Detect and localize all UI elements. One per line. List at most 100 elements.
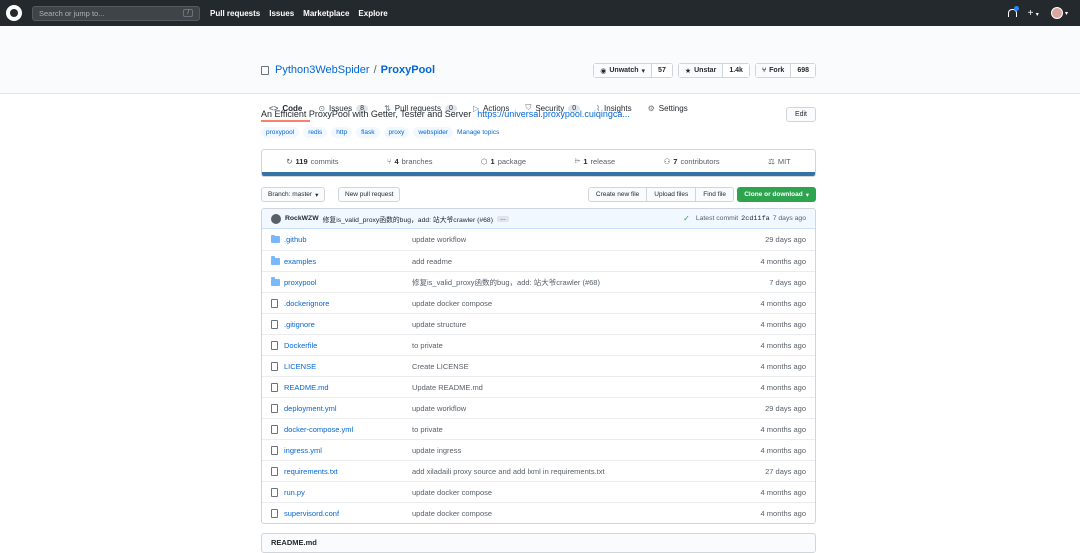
topic-tag[interactable]: http [331, 127, 353, 138]
repo-header: Python3WebSpider / ProxyPool ◉ Unwatch ▾ 5… [0, 26, 1080, 122]
file-actions-group: Create new file Upload files Find file [587, 187, 734, 202]
create-new-file-button[interactable]: Create new file [588, 188, 648, 201]
file-commit-message[interactable]: update workflow [412, 404, 765, 413]
repo-name-link[interactable]: ProxyPool [381, 64, 435, 76]
user-menu[interactable]: ▾ [1050, 7, 1068, 19]
file-name-link[interactable]: .dockerignore [284, 299, 412, 308]
folder-shape [271, 234, 280, 243]
file-shape [271, 382, 278, 392]
table-row: deployment.yml update workflow 29 days ago [262, 397, 815, 418]
branches-count: 4 [394, 156, 399, 166]
watchers-count[interactable]: 57 [652, 64, 672, 77]
plus-icon: + [1027, 7, 1034, 19]
commit-expand-button[interactable]: … [496, 215, 509, 222]
topic-tag[interactable]: flask [356, 127, 380, 138]
unstar-button[interactable]: ★ Unstar [678, 64, 724, 77]
file-name-link[interactable]: README.md [284, 383, 412, 392]
forks-count[interactable]: 698 [791, 64, 815, 77]
license-link[interactable]: ⚖ MIT [768, 157, 791, 166]
file-shape [271, 361, 278, 371]
file-commit-message[interactable]: update docker compose [412, 509, 761, 518]
file-name-link[interactable]: .gitignore [284, 320, 412, 329]
file-commit-age: 29 days ago [765, 403, 806, 413]
file-commit-message[interactable]: update docker compose [412, 488, 761, 497]
releases-link[interactable]: ⌲ 1 release [574, 156, 615, 166]
folder-shape [271, 277, 280, 286]
file-commit-message[interactable]: add readme [412, 257, 761, 266]
file-commit-message[interactable]: to private [412, 341, 761, 350]
file-commit-age: 4 months ago [760, 508, 806, 518]
unwatch-button[interactable]: ◉ Unwatch ▾ [594, 64, 653, 77]
table-row: README.md Update README.md 4 months ago [262, 376, 815, 397]
new-pull-request-button[interactable]: New pull request [338, 187, 401, 202]
notification-bell-icon[interactable] [1007, 6, 1019, 18]
manage-topics-link[interactable]: Manage topics [457, 129, 499, 136]
commits-link[interactable]: ↻ 119 commits [286, 157, 338, 166]
file-name-link[interactable]: docker-compose.yml [284, 425, 412, 434]
file-name-link[interactable]: supervisord.conf [284, 509, 412, 518]
file-commit-message[interactable]: Create LICENSE [412, 362, 761, 371]
file-commit-message[interactable]: update structure [412, 320, 761, 329]
commit-message[interactable]: 修复is_valid_proxy函数的bug，add: 站大爷crawler (… [323, 214, 493, 224]
file-name-link[interactable]: ingress.yml [284, 446, 412, 455]
file-name-link[interactable]: deployment.yml [284, 404, 412, 413]
global-header: Search or jump to... / Pull requests Iss… [0, 0, 1080, 26]
file-name-link[interactable]: proxypool [284, 278, 412, 287]
nav-pull-requests[interactable]: Pull requests [210, 9, 260, 18]
avatar[interactable] [271, 213, 281, 224]
file-commit-message[interactable]: Update README.md [412, 383, 761, 392]
search-input[interactable]: Search or jump to... / [32, 5, 200, 21]
topic-tag[interactable]: webspider [413, 127, 454, 138]
topic-tag[interactable]: redis [303, 127, 328, 138]
upload-files-button[interactable]: Upload files [647, 188, 697, 201]
caret-down-icon: ▾ [805, 191, 809, 199]
repo-owner-link[interactable]: Python3WebSpider [275, 64, 370, 76]
file-commit-message[interactable]: to private [412, 425, 761, 434]
create-new-dropdown[interactable]: + ▾ [1028, 8, 1039, 19]
file-name-link[interactable]: run.py [284, 488, 412, 497]
contributors-label: contributors [680, 156, 720, 166]
file-commit-message[interactable]: add xiladaili proxy source and add lxml … [412, 467, 765, 476]
topic-tag[interactable]: proxypool [261, 127, 300, 138]
file-commit-message[interactable]: update ingress [412, 446, 761, 455]
table-row: ingress.yml update ingress 4 months ago [262, 439, 815, 460]
file-icon [271, 466, 280, 476]
file-name-link[interactable]: LICENSE [284, 362, 412, 371]
github-logo-icon[interactable] [6, 5, 22, 21]
file-name-link[interactable]: .github [284, 235, 412, 244]
file-shape [271, 445, 278, 455]
description-text: An Efficient ProxyPool with Getter, Test… [261, 109, 472, 119]
file-commit-message[interactable]: update docker compose [412, 299, 761, 308]
file-name-link[interactable]: requirements.txt [284, 467, 412, 476]
contributors-link[interactable]: ⚇ 7 contributors [664, 157, 720, 166]
branches-link[interactable]: ⑂ 4 branches [387, 157, 433, 166]
commit-author[interactable]: RockWZW [285, 215, 319, 222]
fork-label: Fork [769, 67, 785, 74]
check-icon[interactable]: ✓ [683, 214, 690, 223]
clone-download-button[interactable]: Clone or download ▾ [737, 187, 816, 202]
packages-label: package [497, 156, 527, 166]
file-name-link[interactable]: Dockerfile [284, 341, 412, 350]
repo-social-buttons: ◉ Unwatch ▾ 57 ★ Unstar 1.4k ⑂ Fork 698 [593, 63, 816, 78]
homepage-link[interactable]: https://universal.proxypool.cuiqingca... [477, 109, 630, 119]
stargazers-count[interactable]: 1.4k [723, 64, 749, 77]
fork-button[interactable]: ⑂ Fork [755, 64, 792, 77]
file-commit-message[interactable]: update workflow [412, 235, 765, 244]
branch-select[interactable]: Branch: master ▾ [261, 187, 326, 202]
folder-icon [271, 256, 280, 265]
file-name-link[interactable]: examples [284, 257, 412, 266]
find-file-button[interactable]: Find file [696, 188, 733, 201]
edit-button[interactable]: Edit [785, 107, 816, 122]
file-commit-message[interactable]: 修复is_valid_proxy函数的bug，add: 站大爷crawler (… [412, 277, 769, 288]
folder-shape [271, 256, 280, 265]
topic-tag[interactable]: proxy [383, 127, 410, 138]
star-icon: ★ [684, 67, 692, 75]
nav-issues[interactable]: Issues [269, 9, 294, 18]
file-icon [271, 424, 280, 434]
file-rows: .github update workflow 29 days ago example… [262, 229, 815, 523]
nav-explore[interactable]: Explore [358, 9, 387, 18]
file-shape [271, 466, 278, 476]
packages-link[interactable]: ⬡ 1 package [481, 157, 526, 166]
nav-marketplace[interactable]: Marketplace [303, 9, 349, 18]
commit-sha[interactable]: 2cd11fa [741, 215, 770, 223]
